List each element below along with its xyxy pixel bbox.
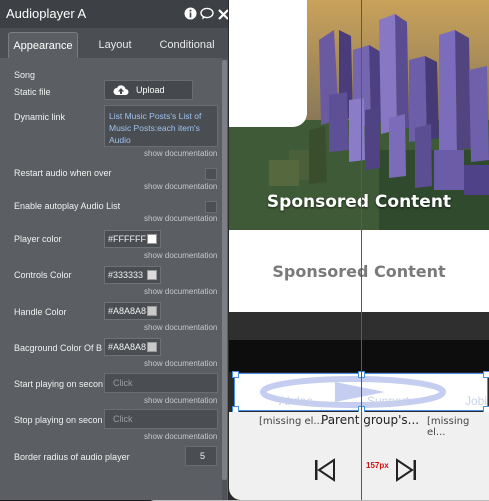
- autoplay-label: Enable autoplay Audio List: [14, 201, 121, 211]
- handle-color-field[interactable]: #A8A8A8: [104, 302, 161, 320]
- page-canvas: Sponsored Content Sponsored Content Al d…: [229, 0, 489, 500]
- controls-color-label: Controls Color: [14, 270, 72, 280]
- alignment-guide: [361, 0, 362, 500]
- faint-nav-labels: Al doe Support Jobi: [229, 394, 489, 408]
- dynamic-link-expression[interactable]: List Music Posts's List of Music Posts:e…: [109, 110, 217, 146]
- border-radius-label: Border radius of audio player: [14, 452, 130, 462]
- background-color-field[interactable]: #A8A8A8: [104, 338, 161, 356]
- tab-conditional[interactable]: Conditional: [152, 32, 222, 58]
- show-documentation-link[interactable]: show documentation: [144, 251, 217, 260]
- close-icon[interactable]: [218, 7, 228, 20]
- resize-handle[interactable]: [483, 371, 489, 378]
- dynamic-link-label: Dynamic link: [14, 112, 66, 122]
- color-swatch[interactable]: [147, 342, 157, 352]
- stop-seconds-input[interactable]: Click: [104, 409, 218, 429]
- start-seconds-placeholder: Click: [113, 378, 133, 388]
- faint-label: Jobi: [465, 394, 488, 408]
- stop-seconds-label: Stop playing on secon: [14, 415, 103, 425]
- section-song-label: Song: [14, 70, 36, 80]
- panel-header: Audioplayer A: [0, 0, 228, 28]
- show-documentation-link[interactable]: show documentation: [144, 396, 217, 405]
- skip-next-icon[interactable]: [394, 458, 418, 482]
- handle-color-label: Handle Color: [14, 307, 67, 317]
- autoplay-checkbox[interactable]: [205, 201, 217, 213]
- color-swatch[interactable]: [147, 234, 157, 244]
- border-radius-value: 5: [199, 451, 205, 461]
- controls-color-field[interactable]: #333333: [104, 266, 161, 284]
- panel-tabs: Appearance Layout Conditional: [0, 28, 228, 58]
- start-seconds-input[interactable]: Click: [104, 373, 218, 393]
- controls-color-value: #333333: [108, 270, 144, 280]
- missing-element-label[interactable]: [missing el...: [259, 416, 323, 427]
- show-documentation-link[interactable]: show documentation: [144, 149, 217, 158]
- info-icon[interactable]: [184, 7, 197, 20]
- skip-previous-icon[interactable]: [313, 458, 337, 482]
- black-strip: [229, 340, 489, 372]
- resize-handle[interactable]: [232, 371, 239, 378]
- border-radius-input[interactable]: 5: [185, 446, 217, 466]
- show-documentation-link[interactable]: show documentation: [144, 359, 217, 368]
- background-color-value: #A8A8A8: [108, 342, 147, 352]
- tab-layout[interactable]: Layout: [86, 32, 144, 58]
- show-documentation-link[interactable]: show documentation: [144, 287, 217, 296]
- show-documentation-link[interactable]: show documentation: [144, 323, 217, 332]
- static-file-label: Static file: [14, 87, 51, 97]
- faint-label: Al doe: [279, 394, 314, 408]
- show-documentation-link[interactable]: show documentation: [144, 214, 217, 223]
- distance-label: 157px: [366, 461, 389, 470]
- show-documentation-link[interactable]: show documentation: [144, 432, 217, 441]
- panel-title: Audioplayer A: [6, 6, 87, 21]
- white-card: [229, 0, 307, 127]
- show-documentation-link[interactable]: show documentation: [144, 182, 217, 191]
- player-color-label: Player color: [14, 234, 62, 244]
- comment-icon[interactable]: [200, 7, 214, 20]
- missing-element-label[interactable]: [missing el...: [427, 416, 489, 438]
- property-editor-panel: Audioplayer A Appearance Layout Conditio…: [0, 0, 229, 500]
- restart-audio-label: Restart audio when over: [14, 168, 112, 178]
- player-color-field[interactable]: #FFFFFF: [104, 230, 161, 248]
- handle-color-value: #A8A8A8: [108, 306, 147, 316]
- stop-seconds-placeholder: Click: [113, 414, 133, 424]
- faint-label: Support: [367, 394, 410, 408]
- restart-audio-checkbox[interactable]: [205, 168, 217, 180]
- cloud-upload-icon: [113, 84, 129, 102]
- tab-appearance[interactable]: Appearance: [8, 32, 78, 58]
- panel-scrollbar[interactable]: [222, 58, 227, 500]
- dynamic-link-field[interactable]: List Music Posts's List of Music Posts:e…: [104, 105, 218, 147]
- upload-button[interactable]: Upload: [104, 80, 193, 100]
- parent-group-label[interactable]: Parent group's...: [321, 413, 419, 427]
- sponsored-heading: Sponsored Content: [272, 262, 446, 281]
- color-swatch[interactable]: [147, 306, 157, 316]
- sponsored-heading-overlay: Sponsored Content: [266, 192, 452, 212]
- scrollbar-thumb[interactable]: [222, 60, 227, 480]
- player-color-value: #FFFFFF: [108, 234, 146, 244]
- color-swatch[interactable]: [147, 270, 157, 280]
- start-seconds-label: Start playing on secon: [14, 379, 104, 389]
- background-color-label: Bacground Color Of B: [14, 343, 103, 353]
- upload-label: Upload: [136, 85, 165, 95]
